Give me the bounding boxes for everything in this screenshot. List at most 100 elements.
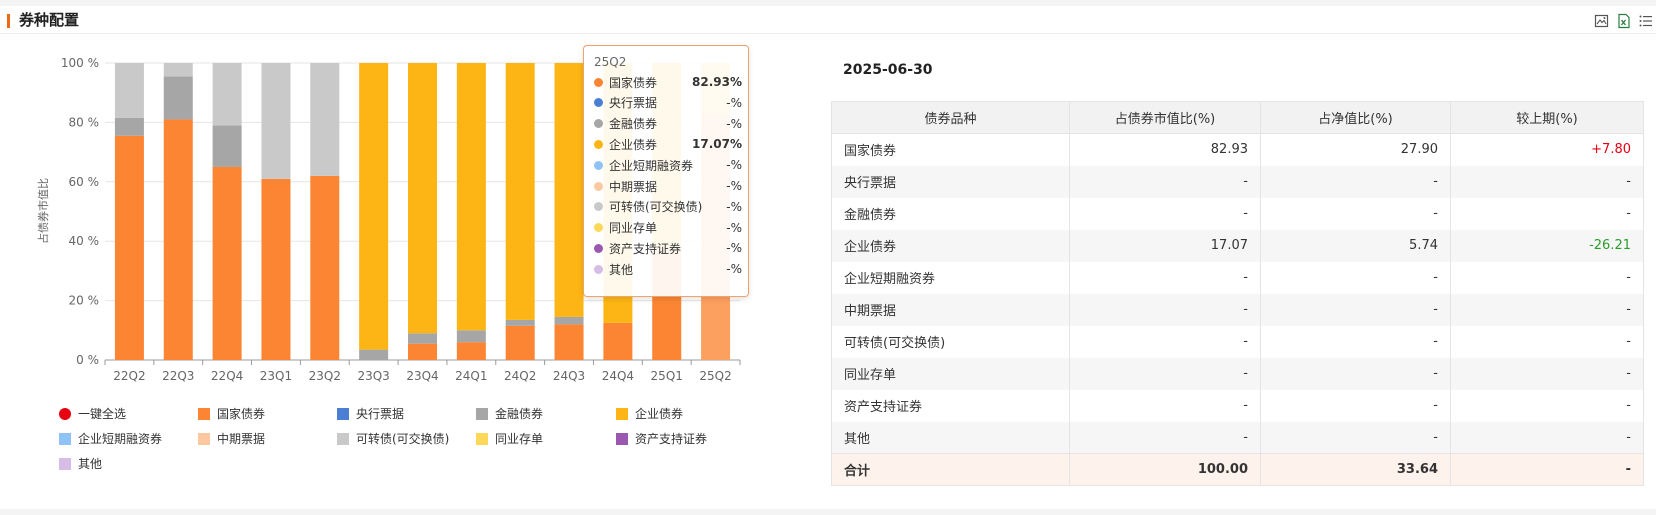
table-row: 企业债券 17.07 5.74 -26.21 [831, 229, 1644, 262]
cell-total-nav: 33.64 [1260, 453, 1451, 486]
table-header-row: 债券品种 占债券市值比(%) 占净值比(%) 较上期(%) [831, 101, 1644, 134]
list-icon[interactable] [1638, 13, 1654, 29]
bar-segment[interactable] [505, 63, 535, 320]
legend-select-all[interactable]: 一键全选 [59, 405, 126, 422]
cell-nav-ratio: 5.74 [1260, 229, 1451, 262]
bar-segment[interactable] [212, 63, 242, 126]
legend-item[interactable]: 同业存单 [476, 430, 543, 447]
legend-label: 企业债券 [635, 407, 684, 421]
bar-segment[interactable] [163, 76, 193, 120]
tooltip-value: -% [726, 95, 742, 110]
y-tick-label: 60 % [69, 175, 100, 189]
bar-segment[interactable] [408, 63, 437, 334]
legend-item[interactable]: 国家债券 [198, 405, 265, 422]
legend-item[interactable]: 可转债(可交换债) [337, 430, 449, 447]
table-row: 央行票据 - - - [831, 165, 1644, 198]
cell-nav-ratio: - [1260, 197, 1451, 230]
legend-swatch [337, 407, 349, 420]
legend-item[interactable]: 资产支持证券 [616, 430, 707, 447]
cell-market-value-ratio: - [1069, 261, 1261, 294]
bar-segment[interactable] [114, 63, 144, 118]
bar-segment[interactable] [554, 63, 584, 317]
cell-nav-ratio: - [1260, 293, 1451, 326]
legend-label: 一键全选 [78, 407, 127, 421]
tooltip-row: 企业债券 17.07% [594, 133, 742, 155]
bar-segment[interactable] [359, 63, 389, 350]
bar-segment[interactable] [505, 319, 535, 326]
cell-bond-type: 其他 [831, 421, 1070, 454]
tooltip-value: 82.93% [692, 75, 742, 89]
bar-segment[interactable] [603, 322, 633, 360]
bar-segment[interactable] [114, 135, 144, 360]
cell-market-value-ratio: - [1069, 325, 1261, 358]
tooltip-series-name: 金融债券 [609, 117, 658, 132]
title-accent-bar [7, 14, 10, 28]
bar-segment[interactable] [261, 63, 291, 179]
bar-segment[interactable] [163, 119, 193, 361]
cell-bond-type: 金融债券 [831, 197, 1070, 230]
excel-export-icon[interactable] [1616, 13, 1632, 29]
cell-change: - [1450, 165, 1644, 198]
bar-segment[interactable] [114, 117, 144, 136]
legend-item[interactable]: 央行票据 [337, 405, 404, 422]
tooltip-title: 25Q2 [594, 55, 627, 69]
cell-total-label: 合计 [831, 453, 1070, 486]
cell-change: - [1450, 357, 1644, 390]
legend-item[interactable]: 企业短期融资券 [59, 430, 162, 447]
bar-segment[interactable] [554, 324, 584, 360]
legend-item[interactable]: 企业债券 [616, 405, 683, 422]
tooltip-row: 可转债(可交换债) -% [594, 196, 742, 218]
cell-change: - [1450, 261, 1644, 294]
legend-swatch [59, 457, 71, 470]
legend-swatch [616, 432, 628, 445]
y-tick-label: 0 % [76, 353, 99, 367]
cell-bond-type: 央行票据 [831, 165, 1070, 198]
table-row: 国家债券 82.93 27.90 +7.80 [831, 133, 1644, 166]
bar-segment[interactable] [505, 325, 535, 360]
report-date: 2025-06-30 [843, 62, 933, 78]
tooltip-row: 金融债券 -% [594, 113, 742, 135]
y-axis-label: 占债券市值比 [36, 178, 50, 244]
bar-segment[interactable] [310, 63, 340, 176]
tooltip-value: -% [726, 262, 742, 277]
tooltip-series-name: 可转债(可交换债) [609, 200, 703, 215]
cell-bond-type: 企业债券 [831, 229, 1070, 262]
x-tick-label: 25Q1 [651, 369, 683, 383]
legend-swatch [616, 407, 628, 420]
tooltip-value: -% [726, 241, 742, 256]
legend-item[interactable]: 其他 [59, 455, 102, 472]
image-export-icon[interactable] [1594, 13, 1610, 29]
table-row: 同业存单 - - - [831, 357, 1644, 390]
legend-item[interactable]: 金融债券 [476, 405, 543, 422]
table-row: 可转债(可交换债) - - - [831, 325, 1644, 358]
x-tick-label: 22Q2 [113, 369, 145, 383]
tooltip-dot [594, 264, 603, 274]
cell-nav-ratio: - [1260, 165, 1451, 198]
cell-nav-ratio: 27.90 [1260, 133, 1451, 166]
x-tick-label: 25Q2 [699, 369, 731, 383]
allocation-table: 债券品种 占债券市值比(%) 占净值比(%) 较上期(%) 国家债券 82.93 2… [831, 101, 1644, 486]
tooltip-dot [594, 181, 603, 191]
bar-segment[interactable] [456, 330, 486, 343]
legend-item[interactable]: 中期票据 [198, 430, 265, 447]
cell-change: +7.80 [1450, 133, 1644, 166]
bar-segment[interactable] [359, 349, 389, 360]
table-row: 金融债券 - - - [831, 197, 1644, 230]
bar-segment[interactable] [163, 63, 193, 77]
bar-segment[interactable] [408, 343, 437, 360]
bar-segment[interactable] [554, 316, 584, 325]
bar-segment[interactable] [456, 342, 486, 360]
bar-segment[interactable] [261, 178, 291, 360]
legend-swatch [59, 432, 71, 445]
x-tick-label: 23Q2 [309, 369, 341, 383]
bar-segment[interactable] [212, 166, 242, 360]
bar-segment[interactable] [408, 333, 437, 344]
bar-segment[interactable] [310, 175, 340, 360]
bar-segment[interactable] [456, 63, 486, 331]
legend-label: 国家债券 [217, 407, 266, 421]
bar-segment[interactable] [212, 125, 242, 167]
tooltip-value: -% [726, 220, 742, 235]
x-tick-label: 24Q3 [553, 369, 585, 383]
tooltip-series-name: 其他 [609, 262, 634, 277]
legend-label: 金融债券 [495, 407, 544, 421]
